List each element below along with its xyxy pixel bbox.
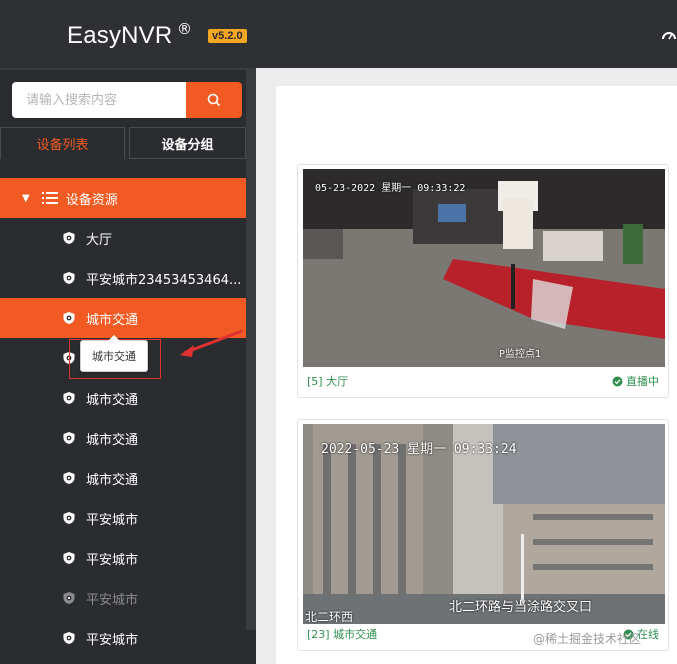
top-header: EasyNVR ® v5.2.0 [0,0,677,68]
search-icon [207,93,221,107]
tree-item-label: 城市交通 [86,472,139,488]
tooltip: 城市交通 [80,335,148,372]
tree-item-device[interactable]: 大厅 [0,218,246,258]
camera-icon [63,472,75,484]
camera-icon [63,512,75,524]
tree-item-device[interactable]: 城市交通 [0,378,246,418]
watermark: @稀土掘金技术社区 [533,632,642,646]
annotation-arrow-icon [180,329,243,357]
camera-icon [63,272,75,284]
status-badge: 直播中 [612,373,659,389]
video-feed-traffic[interactable]: 2022-05-23 星期一 09:33:24 北二环西 北二环路与当涂路交叉口 [303,424,665,624]
tree-root-label: 设备资源 [65,192,118,208]
camera-icon [63,432,75,444]
camera-icon [63,592,75,604]
video-feed-lobby[interactable]: 05-23-2022 星期一 09:33:22 P监控点1 [303,169,665,367]
video-card-lobby[interactable]: 05-23-2022 星期一 09:33:22 P监控点1 [5] 大厅 直播中 [297,164,669,398]
tree-item-label: 平安城市 [86,632,139,648]
status-text: 直播中 [626,375,659,388]
tree-item-label: 城市交通 [86,392,139,408]
sidebar-scrollbar[interactable] [246,70,256,630]
version-badge: v5.2.0 [208,29,247,43]
tree-item-label: 平安城市 [86,592,139,608]
tree-item-device[interactable]: 平安城市 [0,618,246,658]
tree-item-device[interactable]: 城市交通 [0,458,246,498]
camera-name[interactable]: [23] 城市交通 [307,626,377,642]
camera-icon [63,232,75,244]
osd-caption: 北二环路与当涂路交叉口 [449,600,593,615]
osd-timestamp: 2022-05-23 星期一 09:33:24 [321,442,517,457]
tab-device-list[interactable]: 设备列表 [0,127,125,159]
tree-item-device[interactable]: 平安城市 [0,538,246,578]
camera-icon [63,312,75,324]
tree-item-device[interactable]: 城市交通 [0,418,246,458]
camera-icon [63,632,75,644]
tree-item-label: 城市交通 [86,432,139,448]
list-icon [41,192,58,204]
tree-item-device[interactable]: 平安城市 [0,498,246,538]
tree-item-label: 平安城市 [86,552,139,568]
osd-location-left: 北二环西 [305,610,354,624]
search-button[interactable] [186,82,242,118]
check-circle-icon [612,376,623,386]
tree-item-label: 城市交通 [86,312,139,328]
search-bar [12,82,242,118]
search-input[interactable] [12,82,187,118]
dashboard-icon[interactable] [661,28,677,40]
camera-name[interactable]: [5] 大厅 [307,373,348,389]
tab-device-group[interactable]: 设备分组 [129,127,246,159]
tree-item-device[interactable]: 平安城市23453453464... [0,258,246,298]
camera-icon [63,392,75,404]
tree-item-device[interactable]: 平安城市 [0,578,246,618]
brand-name: EasyNVR [67,22,173,49]
tree-item-label: 平安城市23453453464... [86,272,242,288]
osd-timestamp: 05-23-2022 星期一 09:33:22 [315,183,466,194]
tree-root-device-resources[interactable]: ▼ 设备资源 [0,178,246,218]
tree-item-label: 平安城市 [86,512,139,528]
tree-item-label: 大厅 [86,232,113,248]
registered-mark: ® [177,20,192,38]
osd-camera-label: P监控点1 [499,349,542,360]
card-footer: [5] 大厅 直播中 [307,374,659,388]
video-card-traffic[interactable]: 2022-05-23 星期一 09:33:24 北二环西 北二环路与当涂路交叉口… [297,419,669,651]
camera-icon [63,552,75,564]
video-frame [303,169,665,367]
caret-down-icon[interactable]: ▼ [22,193,30,204]
